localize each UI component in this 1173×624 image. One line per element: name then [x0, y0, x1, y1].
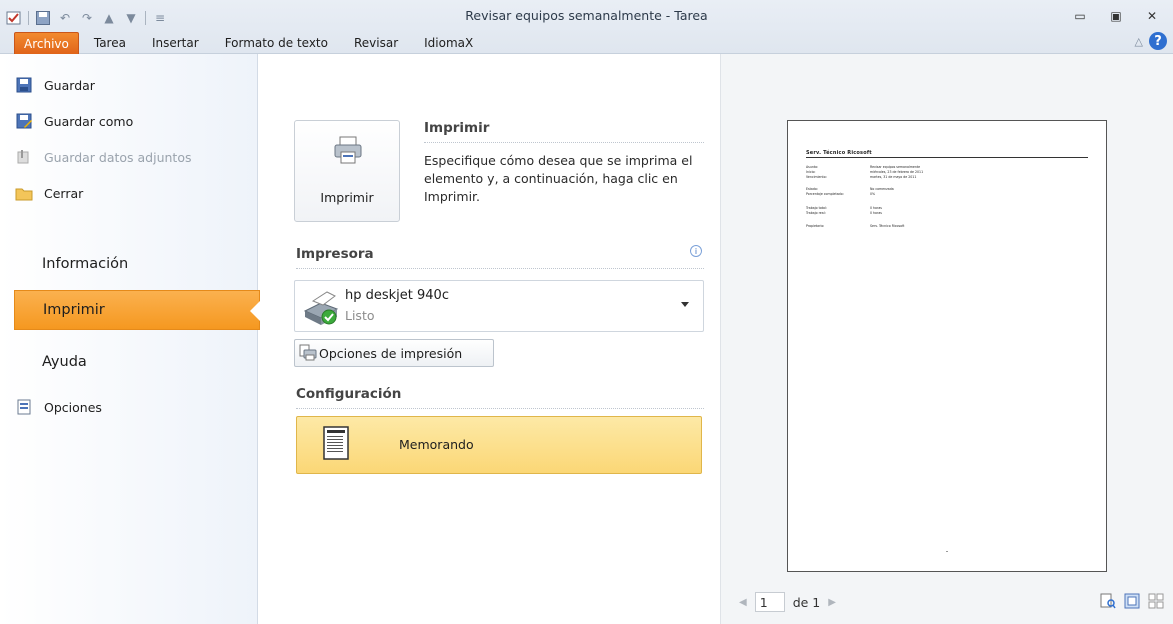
- backstage-nav: Guardar Guardar como Guardar datos adjun…: [0, 54, 260, 624]
- print-section-title: Imprimir: [424, 120, 490, 136]
- nav-informacion[interactable]: Información: [14, 244, 254, 284]
- preview-page: Serv. Técnico Ricosoft Asunto: Revisar eq…: [787, 120, 1107, 572]
- help-icon[interactable]: ?: [1149, 32, 1167, 50]
- print-style-memo[interactable]: Memorando: [296, 416, 702, 474]
- print-preview-pane: Serv. Técnico Ricosoft Asunto: Revisar eq…: [720, 54, 1173, 624]
- preview-row: Trabajo real: 0 horas: [806, 211, 882, 215]
- minimize-icon[interactable]: ▭: [1065, 6, 1095, 26]
- ribbon-tabs: Archivo Tarea Insertar Formato de texto …: [0, 30, 488, 54]
- tab-revisar[interactable]: Revisar: [343, 32, 409, 54]
- nav-guardar-como[interactable]: Guardar como: [14, 106, 254, 136]
- preview-row: Vencimiento: martes, 31 de mayo de 2011: [806, 175, 917, 179]
- tab-archivo[interactable]: Archivo: [14, 32, 79, 54]
- page-navigator: ◀ 1 de 1 ▶: [739, 592, 836, 612]
- print-options-label: Opciones de impresión: [319, 345, 463, 361]
- nav-opciones-label: Opciones: [44, 399, 102, 415]
- preview-row: Estado: No comenzada: [806, 187, 894, 191]
- title-bar: ↶ ↷ ▲ ▼ ≡ Revisar equipos semanalmente -…: [0, 0, 1173, 54]
- printer-status: Listo: [345, 308, 375, 323]
- tab-tarea[interactable]: Tarea: [83, 32, 137, 54]
- preview-page-title: Serv. Técnico Ricosoft: [806, 150, 872, 156]
- memo-style-label: Memorando: [399, 437, 474, 452]
- tab-formato-de-texto[interactable]: Formato de texto: [214, 32, 339, 54]
- chevron-down-icon: [681, 302, 689, 307]
- options-icon: [14, 397, 34, 417]
- preview-page-footer: [946, 551, 948, 552]
- preview-row: Trabajo total: 0 horas: [806, 206, 882, 210]
- divider: [424, 142, 704, 143]
- collapse-ribbon-icon[interactable]: △: [1135, 35, 1143, 48]
- previous-page-icon[interactable]: ◀: [739, 597, 747, 608]
- view-buttons: [1099, 592, 1165, 610]
- nav-guardar-como-label: Guardar como: [44, 113, 134, 129]
- nav-cerrar[interactable]: Cerrar: [14, 178, 254, 208]
- printer-name: hp deskjet 940c: [345, 288, 449, 303]
- current-page-input[interactable]: 1: [754, 592, 785, 612]
- printer-section-title: Impresora: [296, 246, 374, 262]
- page-count: de 1: [792, 594, 821, 610]
- preview-row: Inicio: miércoles, 23 de febrero de 2011: [806, 170, 924, 174]
- printer-icon: [333, 135, 363, 168]
- nav-cerrar-label: Cerrar: [44, 185, 84, 201]
- info-icon[interactable]: i: [690, 245, 702, 257]
- nav-guardar-adjuntos[interactable]: Guardar datos adjuntos: [14, 142, 254, 172]
- printer-icon: [299, 287, 341, 330]
- maximize-icon[interactable]: ▣: [1101, 6, 1131, 26]
- print-description: Especifique cómo desea que se imprima el…: [424, 153, 693, 204]
- save-as-icon: [14, 111, 34, 131]
- printer-dropdown[interactable]: hp deskjet 940c Listo: [294, 280, 704, 332]
- memo-style-icon: [323, 426, 349, 463]
- close-folder-icon: [14, 183, 34, 203]
- fit-page-icon[interactable]: [1123, 592, 1141, 610]
- nav-opciones[interactable]: Opciones: [14, 392, 254, 422]
- window-title: Revisar equipos semanalmente - Tarea: [465, 8, 708, 23]
- close-icon[interactable]: ✕: [1137, 6, 1167, 26]
- print-button[interactable]: Imprimir: [294, 120, 400, 222]
- preview-row: Porcentaje completado: 0%: [806, 192, 876, 196]
- tab-idiomax[interactable]: IdiomaX: [413, 32, 484, 54]
- preview-row: Asunto: Revisar equipos semanalmente: [806, 165, 921, 169]
- multiple-pages-icon[interactable]: [1147, 592, 1165, 610]
- preview-rule: [806, 157, 1088, 158]
- window-controls: ▭ ▣ ✕: [1065, 6, 1167, 26]
- nav-ayuda[interactable]: Ayuda: [14, 342, 254, 382]
- nav-guardar-label: Guardar: [44, 77, 95, 93]
- tab-insertar[interactable]: Insertar: [141, 32, 210, 54]
- nav-imprimir[interactable]: Imprimir: [14, 290, 260, 330]
- print-settings-panel: Imprimir Imprimir Especifique cómo desea…: [260, 54, 718, 624]
- divider: [296, 408, 704, 409]
- print-button-label: Imprimir: [320, 190, 374, 205]
- save-icon: [14, 75, 34, 95]
- attachments-icon: [14, 147, 34, 167]
- divider: [296, 268, 704, 269]
- nav-guardar-adjuntos-label: Guardar datos adjuntos: [44, 149, 192, 165]
- print-options-icon: [299, 343, 317, 364]
- print-options-button[interactable]: Opciones de impresión: [294, 339, 494, 367]
- preview-row: Propietario: Serv. Técnico Ricosoft: [806, 224, 905, 228]
- help-area: △ ?: [1135, 32, 1167, 50]
- config-section-title: Configuración: [296, 386, 402, 402]
- next-page-icon[interactable]: ▶: [828, 597, 836, 608]
- zoom-icon[interactable]: [1099, 592, 1117, 610]
- nav-guardar[interactable]: Guardar: [14, 70, 254, 100]
